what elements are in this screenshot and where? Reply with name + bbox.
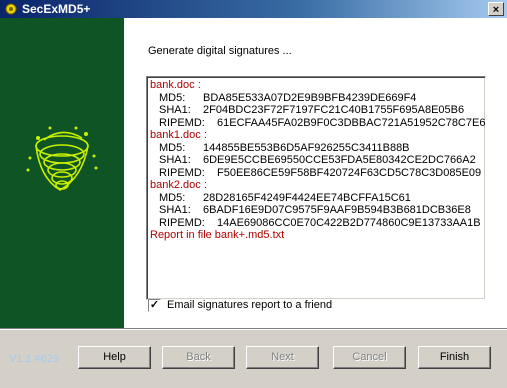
signature-report-box[interactable]: bank.doc : MD5: BDA85E533A07D2E9B9BFB4239… bbox=[146, 76, 486, 300]
hash-value: 144855BE553B6D5AF926255C3411B88B bbox=[203, 141, 410, 154]
main-panel: Generate digital signatures ... bank.doc… bbox=[124, 18, 507, 328]
file-name: bank.doc : bbox=[150, 79, 201, 91]
button-bar: V1.1 #629 Help Back Next Cancel Finish bbox=[0, 328, 507, 388]
hash-value: 28D28165F4249F4424EE74BCFFA15C61 bbox=[203, 191, 411, 204]
finish-button[interactable]: Finish bbox=[418, 346, 491, 369]
hash-row: SHA1: 2F04BDC23F72F7197FC21C40B1755F695A8… bbox=[150, 104, 482, 117]
hash-value: 6DE9E5CCBE69550CCE53FDA5E80342CE2DC766A2 bbox=[203, 154, 476, 166]
hash-label: SHA1: bbox=[159, 104, 191, 116]
hash-row: SHA1: 6BADF16E9D07C9575F9AAF9B594B3B681DC… bbox=[150, 204, 482, 217]
page-heading: Generate digital signatures ... bbox=[148, 45, 292, 57]
window-title: SecExMD5+ bbox=[22, 2, 91, 16]
hash-row: MD5: BDA85E533A07D2E9B9BFB4239DE669F4 bbox=[150, 92, 482, 105]
close-button[interactable]: × bbox=[488, 2, 504, 16]
hash-row: RIPEMD: F50EE86CE59F58BF420724F63CD5C78C3… bbox=[150, 167, 482, 180]
file-name: bank2.doc : bbox=[150, 179, 207, 191]
email-checkbox-label[interactable]: Email signatures report to a friend bbox=[167, 299, 332, 311]
hash-value: 61ECFAA45FA02B9F0C3DBBAC721A51952C78C7E6 bbox=[217, 116, 486, 129]
email-checkbox[interactable]: ✓ bbox=[148, 299, 161, 312]
hash-value: F50EE86CE59F58BF420724F63CD5C78C3D085E09 bbox=[217, 166, 482, 179]
hash-label: SHA1: bbox=[159, 204, 191, 216]
file-name: bank1.doc : bbox=[150, 129, 207, 141]
hash-row: RIPEMD: 14AE69086CC0E70C422B2D774860C9E13… bbox=[150, 217, 482, 230]
hash-row: SHA1: 6DE9E5CCBE69550CCE53FDA5E80342CE2DC… bbox=[150, 154, 482, 167]
back-button[interactable]: Back bbox=[162, 346, 235, 369]
help-button[interactable]: Help bbox=[78, 346, 151, 369]
hash-label: SHA1: bbox=[159, 154, 191, 166]
report-file-line: Report in file bank+.md5.txt bbox=[150, 229, 285, 241]
hash-row: RIPEMD: 61ECFAA45FA02B9F0C3DBBAC721A51952… bbox=[150, 116, 486, 130]
hash-value: BDA85E533A07D2E9B9BFB4239DE669F4 bbox=[203, 91, 417, 104]
cancel-button[interactable]: Cancel bbox=[333, 346, 406, 369]
hash-label: MD5: bbox=[159, 141, 186, 154]
hash-value: 2F04BDC23F72F7197FC21C40B1755F695A8E05B6 bbox=[203, 104, 465, 116]
hash-label: RIPEMD: bbox=[159, 216, 205, 229]
hash-label: MD5: bbox=[159, 191, 186, 204]
hash-row: MD5: 28D28165F4249F4424EE74BCFFA15C61 bbox=[150, 192, 482, 205]
hash-label: MD5: bbox=[159, 91, 186, 104]
gear-icon bbox=[5, 3, 17, 15]
hash-label: RIPEMD: bbox=[159, 116, 205, 129]
hash-row: MD5: 144855BE553B6D5AF926255C3411B88B bbox=[150, 142, 482, 155]
hash-value: 6BADF16E9D07C9575F9AAF9B594B3B681DCB36E8 bbox=[203, 204, 471, 216]
spiral-logo-icon bbox=[26, 126, 98, 191]
hash-value: 14AE69086CC0E70C422B2D774860C9E13733AA1B bbox=[217, 216, 481, 229]
hash-label: RIPEMD: bbox=[159, 166, 205, 179]
version-label: V1.1 #629 bbox=[9, 353, 60, 365]
sidebar-panel bbox=[0, 18, 124, 328]
next-button[interactable]: Next bbox=[246, 346, 319, 369]
title-bar[interactable]: SecExMD5+ × bbox=[0, 0, 507, 18]
